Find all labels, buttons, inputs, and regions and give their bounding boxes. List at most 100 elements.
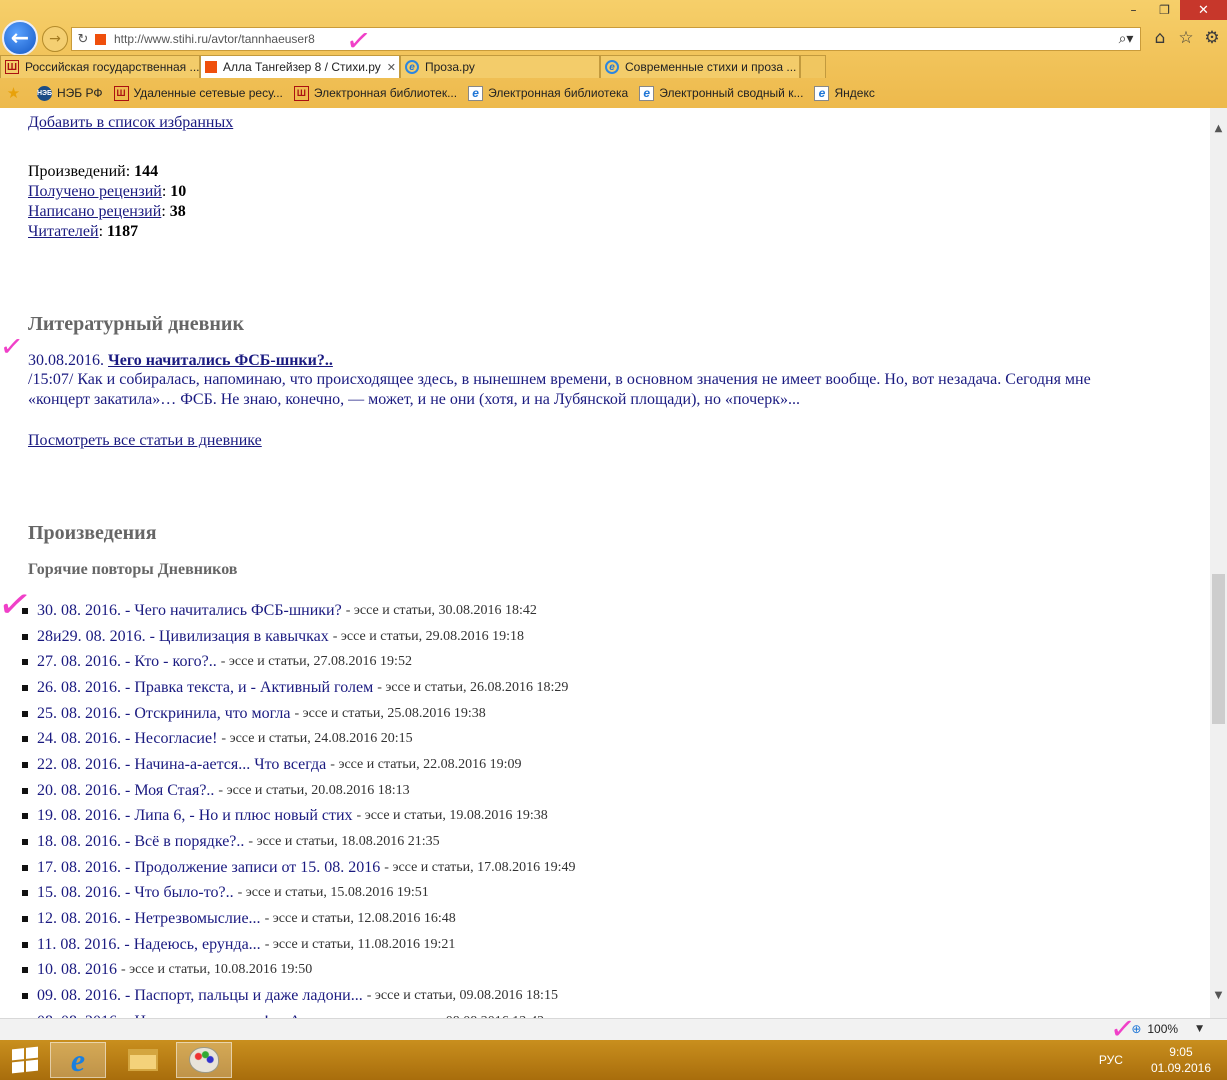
fav-e-catalog[interactable]: e Электронный сводный к... <box>639 85 803 101</box>
close-window-button[interactable]: ✕ <box>1180 0 1227 20</box>
bullet-icon <box>22 916 28 923</box>
url-text[interactable]: http://www.stihi.ru/avtor/tannhaeuser8 <box>114 32 1112 46</box>
ie-page-icon: e <box>605 60 619 74</box>
work-title-link[interactable]: 15. 08. 2016. - Что было-то?.. <box>37 884 234 902</box>
tab-stihi[interactable]: Алла Тангейзер 8 / Стихи.ру ✕ <box>200 55 400 78</box>
work-title-link[interactable]: 24. 08. 2016. - Несогласие! <box>37 730 217 748</box>
favorites-star-icon[interactable]: ☆ <box>1176 27 1196 49</box>
vertical-scrollbar[interactable]: ▲ ▼ <box>1210 108 1227 1018</box>
work-title-link[interactable]: 30. 08. 2016. - Чего начитались ФСБ-шник… <box>37 602 342 620</box>
stat-link[interactable]: Читателей <box>28 223 99 240</box>
diary-entry-link[interactable]: Чего начитались ФСБ-шнки?.. <box>108 352 333 369</box>
list-item: 20. 08. 2016. - Моя Стая?.. - эссе и стат… <box>22 778 576 804</box>
work-title-link[interactable]: 25. 08. 2016. - Отскринила, что могла <box>37 705 291 723</box>
work-meta: - эссе и статьи, 19.08.2016 19:38 <box>356 808 548 824</box>
language-indicator[interactable]: РУС <box>1099 1053 1123 1067</box>
work-meta: - эссе и статьи, 11.08.2016 19:21 <box>264 936 456 952</box>
taskbar-paint[interactable] <box>176 1042 232 1078</box>
tab-modern[interactable]: e Современные стихи и проза ... <box>600 55 800 78</box>
fav-remote-resources[interactable]: Ш Удаленные сетевые ресу... <box>113 85 283 101</box>
list-item: 09. 08. 2016. - Паспорт, пальцы и даже л… <box>22 983 576 1009</box>
list-item: 30. 08. 2016. - Чего начитались ФСБ-шник… <box>22 598 576 624</box>
work-meta: - эссе и статьи, 25.08.2016 19:38 <box>294 705 486 721</box>
minimize-button[interactable]: – <box>1118 0 1149 20</box>
work-meta: - эссе и статьи, 22.08.2016 19:09 <box>330 756 522 772</box>
scroll-thumb[interactable] <box>1212 574 1225 724</box>
fav-neb[interactable]: НЭБ НЭБ РФ <box>37 85 103 101</box>
clock[interactable]: 9:05 01.09.2016 <box>1151 1044 1211 1076</box>
bullet-icon <box>22 967 28 974</box>
work-title-link[interactable]: 11. 08. 2016. - Надеюсь, ерунда... <box>37 936 261 954</box>
bullet-icon <box>22 710 28 717</box>
works-list: 30. 08. 2016. - Чего начитались ФСБ-шник… <box>22 598 576 1018</box>
bullet-icon <box>22 864 28 871</box>
fav-e-library[interactable]: e Электронная библиотека <box>468 85 628 101</box>
stat-link[interactable]: Написано рецензий <box>28 203 161 220</box>
all-diary-link[interactable]: Посмотреть все статьи в дневнике <box>28 432 262 450</box>
zoom-control[interactable]: ⊕ 100% ▼ <box>1131 1022 1203 1036</box>
tab-label: Российская государственная ... <box>25 60 200 74</box>
back-button[interactable]: ← <box>2 20 38 56</box>
diary-entry: 30.08.2016. Чего начитались ФСБ-шнки?.. … <box>28 352 1108 410</box>
stat-works: Произведений: 144 <box>28 163 159 180</box>
site-favicon <box>95 33 106 45</box>
scroll-down-icon[interactable]: ▼ <box>1210 987 1227 1004</box>
tab-rsl[interactable]: Ш Российская государственная ... <box>0 55 200 78</box>
search-icon[interactable]: ⌕▾ <box>1112 31 1140 47</box>
works-subheading: Горячие повторы Дневников <box>28 561 238 578</box>
stat-reviews-written: Написано рецензий: 38 <box>28 203 186 220</box>
windows-start-icon[interactable] <box>12 1046 38 1074</box>
add-to-favorites-link[interactable]: Добавить в список избранных <box>28 114 233 132</box>
fav-e-library-rsl[interactable]: Ш Электронная библиотек... <box>293 85 458 101</box>
work-title-link[interactable]: 22. 08. 2016. - Начина-а-ается... Что вс… <box>37 756 326 774</box>
stat-label: Произведений <box>28 163 126 180</box>
favorites-toggle[interactable]: ★ <box>6 84 26 102</box>
stat-link[interactable]: Получено рецензий <box>28 183 162 200</box>
diary-entry-header: 30.08.2016. Чего начитались ФСБ-шнки?.. <box>28 352 1108 370</box>
new-tab-button[interactable] <box>800 55 826 78</box>
restore-button[interactable]: ❐ <box>1149 0 1180 20</box>
list-item: 17. 08. 2016. - Продолжение записи от 15… <box>22 855 576 881</box>
work-title-link[interactable]: 20. 08. 2016. - Моя Стая?.. <box>37 782 214 800</box>
fav-label: Яндекс <box>834 86 875 100</box>
work-title-link[interactable]: 10. 08. 2016 <box>37 961 117 979</box>
close-tab-icon[interactable]: ✕ <box>387 61 396 74</box>
bullet-icon <box>22 684 28 691</box>
list-item: 19. 08. 2016. - Липа 6, - Но и плюс новы… <box>22 804 576 830</box>
bullet-icon <box>22 761 28 768</box>
bullet-icon <box>22 736 28 743</box>
list-item: 24. 08. 2016. - Несогласие! - эссе и стат… <box>22 726 576 752</box>
forward-button[interactable]: → <box>42 26 68 52</box>
tab-proza[interactable]: e Проза.ру <box>400 55 600 78</box>
settings-gear-icon[interactable]: ⚙ <box>1202 27 1222 49</box>
work-title-link[interactable]: 17. 08. 2016. - Продолжение записи от 15… <box>37 859 380 877</box>
work-title-link[interactable]: 18. 08. 2016. - Всё в порядке?.. <box>37 833 244 851</box>
bullet-icon <box>22 607 28 614</box>
work-title-link[interactable]: 27. 08. 2016. - Кто - кого?.. <box>37 653 217 671</box>
status-bar: ⊕ 100% ▼ <box>0 1018 1227 1040</box>
home-icon[interactable]: ⌂ <box>1150 27 1170 49</box>
work-meta: - эссе и статьи, 12.08.2016 16:48 <box>264 911 456 927</box>
neb-icon: НЭБ <box>37 85 52 101</box>
work-title-link[interactable]: 28и29. 08. 2016. - Цивилизация в кавычка… <box>37 628 329 646</box>
window-controls: – ❐ ✕ <box>1118 0 1227 20</box>
chevron-down-icon[interactable]: ▼ <box>1196 1024 1203 1034</box>
folder-icon <box>128 1049 158 1071</box>
browser-chrome: – ❐ ✕ ← → ↻ http://www.stihi.ru/avtor/ta… <box>0 0 1227 108</box>
work-title-link[interactable]: 26. 08. 2016. - Правка текста, и - Актив… <box>37 679 373 697</box>
diary-date: 30.08.2016. <box>28 352 104 369</box>
work-title-link[interactable]: 19. 08. 2016. - Липа 6, - Но и плюс новы… <box>37 807 353 825</box>
work-meta: - эссе и статьи, 24.08.2016 20:15 <box>221 731 413 747</box>
work-title-link[interactable]: 12. 08. 2016. - Нетрезвомыслие... <box>37 910 261 928</box>
fav-yandex[interactable]: e Яндекс <box>814 85 875 101</box>
address-bar[interactable]: ↻ http://www.stihi.ru/avtor/tannhaeuser8… <box>71 27 1141 51</box>
work-title-link[interactable]: 09. 08. 2016. - Паспорт, пальцы и даже л… <box>37 987 363 1005</box>
ie-page-icon: e <box>468 85 484 101</box>
fav-label: Электронная библиотек... <box>313 86 458 100</box>
taskbar-internet-explorer[interactable]: e <box>50 1042 106 1078</box>
taskbar-file-explorer[interactable] <box>115 1042 171 1078</box>
refresh-icon[interactable]: ↻ <box>72 32 94 47</box>
bullet-icon <box>22 993 28 1000</box>
bullet-icon <box>22 659 28 666</box>
scroll-up-icon[interactable]: ▲ <box>1210 120 1227 137</box>
